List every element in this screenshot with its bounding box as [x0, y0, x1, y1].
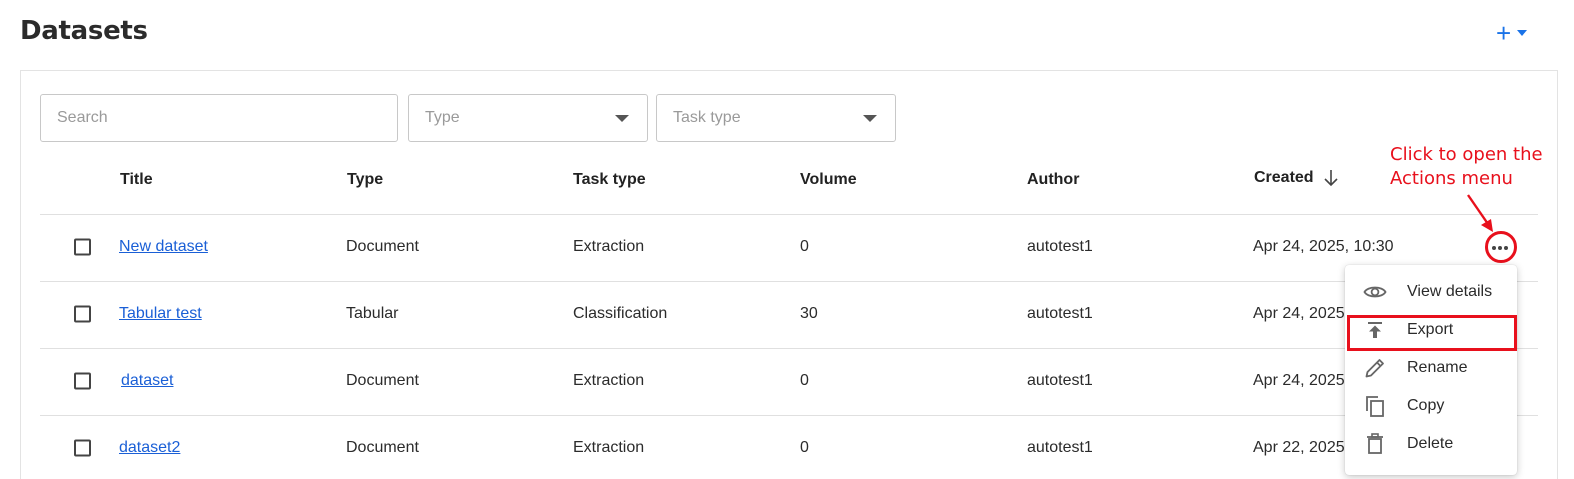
dataset-author: autotest1	[1027, 372, 1093, 389]
dataset-type: Document	[346, 372, 419, 389]
dataset-task-type: Extraction	[573, 238, 645, 255]
dot	[1504, 246, 1508, 250]
menu-item-export[interactable]: Export	[1345, 311, 1517, 349]
dataset-author: autotest1	[1027, 305, 1093, 322]
menu-item-label: View details	[1407, 283, 1493, 300]
row-checkbox[interactable]	[74, 238, 91, 256]
dropdown-arrow-icon	[863, 114, 877, 122]
menu-item-view-details[interactable]: View details	[1345, 273, 1517, 311]
type-select[interactable]: Type	[408, 94, 648, 142]
row-checkbox[interactable]	[74, 439, 91, 457]
dataset-volume: 30	[800, 305, 818, 322]
plus-icon: +	[1496, 18, 1512, 48]
column-header-created[interactable]: Created	[1254, 169, 1338, 187]
annotation-line-2: Actions menu	[1390, 168, 1513, 189]
dataset-created: Apr 24, 2025	[1253, 305, 1345, 322]
dataset-author: autotest1	[1027, 238, 1093, 255]
column-header-task-type[interactable]: Task type	[573, 171, 646, 189]
dropdown-arrow-icon	[615, 114, 629, 122]
dataset-title-link[interactable]: dataset	[121, 372, 173, 390]
dataset-title-link[interactable]: Tabular test	[119, 305, 202, 323]
annotation-line-1: Click to open the	[1390, 144, 1543, 165]
task-type-select[interactable]: Task type	[656, 94, 896, 142]
dataset-task-type: Extraction	[573, 439, 645, 456]
sort-descending-icon	[1324, 170, 1338, 187]
dataset-author: autotest1	[1027, 439, 1093, 456]
column-header-author[interactable]: Author	[1027, 171, 1079, 189]
table-row: New dataset Document Extraction 0 autote…	[40, 214, 1538, 280]
add-dataset-button[interactable]: +	[1496, 20, 1544, 46]
dataset-created: Apr 24, 2025, 10:30	[1253, 238, 1394, 255]
copy-icon	[1363, 394, 1387, 418]
dataset-created: Apr 22, 2025	[1253, 439, 1345, 456]
trash-icon	[1363, 432, 1387, 456]
pencil-icon	[1363, 356, 1387, 380]
menu-item-label: Copy	[1407, 397, 1445, 414]
menu-item-copy[interactable]: Copy	[1345, 387, 1517, 425]
dataset-volume: 0	[800, 439, 809, 456]
row-checkbox[interactable]	[74, 305, 91, 323]
type-select-placeholder: Type	[425, 109, 460, 126]
task-type-select-placeholder: Task type	[673, 109, 741, 126]
dataset-created: Apr 24, 2025	[1253, 372, 1345, 389]
menu-item-label: Export	[1407, 321, 1454, 338]
dataset-volume: 0	[800, 372, 809, 389]
menu-item-delete[interactable]: Delete	[1345, 425, 1517, 463]
table-row: Tabular test Tabular Classification 30 a…	[40, 281, 1538, 347]
dot	[1492, 246, 1496, 250]
dataset-title-link[interactable]: dataset2	[119, 439, 180, 457]
dataset-task-type: Extraction	[573, 372, 645, 389]
dataset-type: Tabular	[346, 305, 399, 322]
column-header-created-label: Created	[1254, 169, 1314, 186]
actions-menu: View details Export Rename Copy Delete	[1345, 265, 1517, 475]
chevron-down-icon	[1517, 30, 1528, 36]
dataset-volume: 0	[800, 238, 809, 255]
menu-item-rename[interactable]: Rename	[1345, 349, 1517, 387]
export-icon	[1363, 318, 1387, 342]
dataset-type: Document	[346, 439, 419, 456]
dot	[1498, 246, 1502, 250]
page-title: Datasets	[20, 16, 148, 46]
eye-icon	[1363, 280, 1387, 304]
column-header-volume[interactable]: Volume	[800, 171, 857, 189]
dataset-task-type: Classification	[573, 305, 668, 322]
row-checkbox[interactable]	[74, 372, 91, 390]
dataset-title-link[interactable]: New dataset	[119, 238, 208, 256]
menu-item-label: Rename	[1407, 359, 1468, 376]
annotation-text: Click to open the Actions menu	[1390, 143, 1560, 191]
row-actions-button[interactable]	[1488, 236, 1512, 260]
menu-item-label: Delete	[1407, 435, 1454, 452]
column-header-title[interactable]: Title	[120, 171, 153, 189]
table-row: dataset2 Document Extraction 0 autotest1…	[40, 415, 1538, 479]
table-row: dataset Document Extraction 0 autotest1 …	[40, 348, 1538, 414]
dataset-type: Document	[346, 238, 419, 255]
search-input[interactable]	[40, 94, 398, 142]
column-header-type[interactable]: Type	[347, 171, 383, 189]
